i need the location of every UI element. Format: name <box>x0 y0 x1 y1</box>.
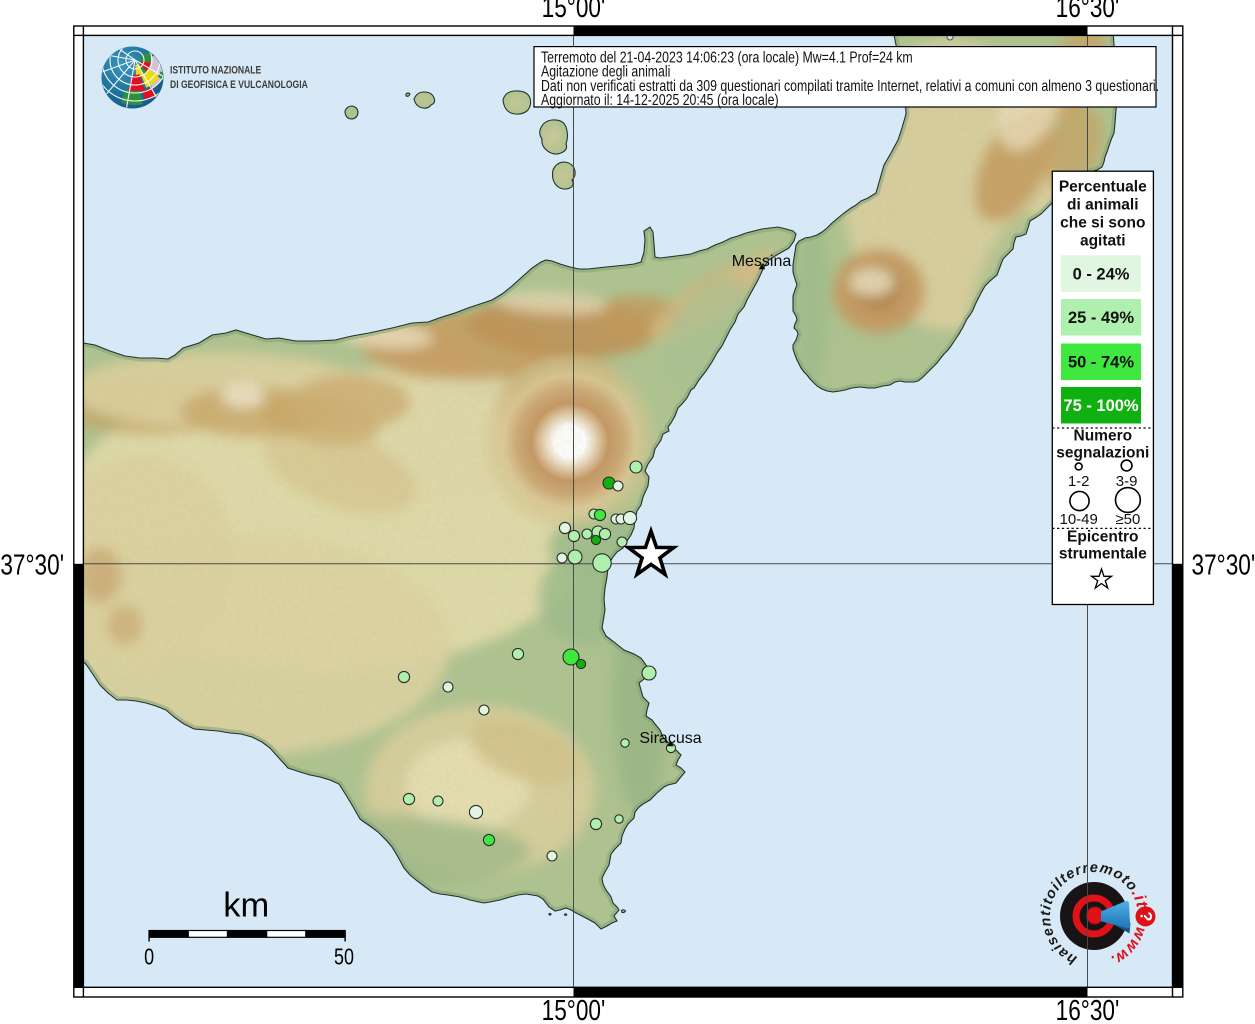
svg-text:75 - 100%: 75 - 100% <box>1063 397 1139 415</box>
svg-text:1-2: 1-2 <box>1068 473 1090 490</box>
svg-text:15°00': 15°00' <box>542 0 606 24</box>
svg-text:strumentale: strumentale <box>1059 546 1147 563</box>
svg-text:Percentuale: Percentuale <box>1059 179 1147 196</box>
svg-text:che si sono: che si sono <box>1060 215 1145 232</box>
svg-text:16°30': 16°30' <box>1056 993 1120 1024</box>
svg-text:0 - 24%: 0 - 24% <box>1073 265 1130 283</box>
svg-text:37°30': 37°30' <box>1191 548 1255 581</box>
svg-text:≥50: ≥50 <box>1115 511 1140 528</box>
svg-text:agitati: agitati <box>1080 233 1126 250</box>
svg-text:25 - 49%: 25 - 49% <box>1068 309 1134 327</box>
svg-text:50 - 74%: 50 - 74% <box>1068 354 1134 372</box>
svg-text:Numero: Numero <box>1074 428 1133 445</box>
svg-text:Aggiornato il: 14-12-2025 20:4: Aggiornato il: 14-12-2025 20:45 (ora loc… <box>541 91 779 109</box>
svg-text:km: km <box>223 886 269 924</box>
svg-text:15°00': 15°00' <box>542 993 606 1024</box>
svg-text:50: 50 <box>334 944 354 970</box>
svg-text:ISTITUTO NAZIONALE: ISTITUTO NAZIONALE <box>170 65 262 77</box>
svg-text:3-9: 3-9 <box>1116 473 1138 490</box>
svg-text:DI GEOFISICA E VULCANOLOGIA: DI GEOFISICA E VULCANOLOGIA <box>170 79 308 91</box>
svg-text:segnalazioni: segnalazioni <box>1056 445 1149 462</box>
svg-text:10-49: 10-49 <box>1060 511 1098 528</box>
svg-text:16°30': 16°30' <box>1056 0 1120 24</box>
svg-text:di animali: di animali <box>1067 197 1139 214</box>
svg-text:0: 0 <box>144 944 154 970</box>
svg-text:?: ? <box>1136 911 1154 921</box>
svg-text:37°30': 37°30' <box>0 548 64 581</box>
svg-text:Epicentro: Epicentro <box>1067 529 1138 546</box>
